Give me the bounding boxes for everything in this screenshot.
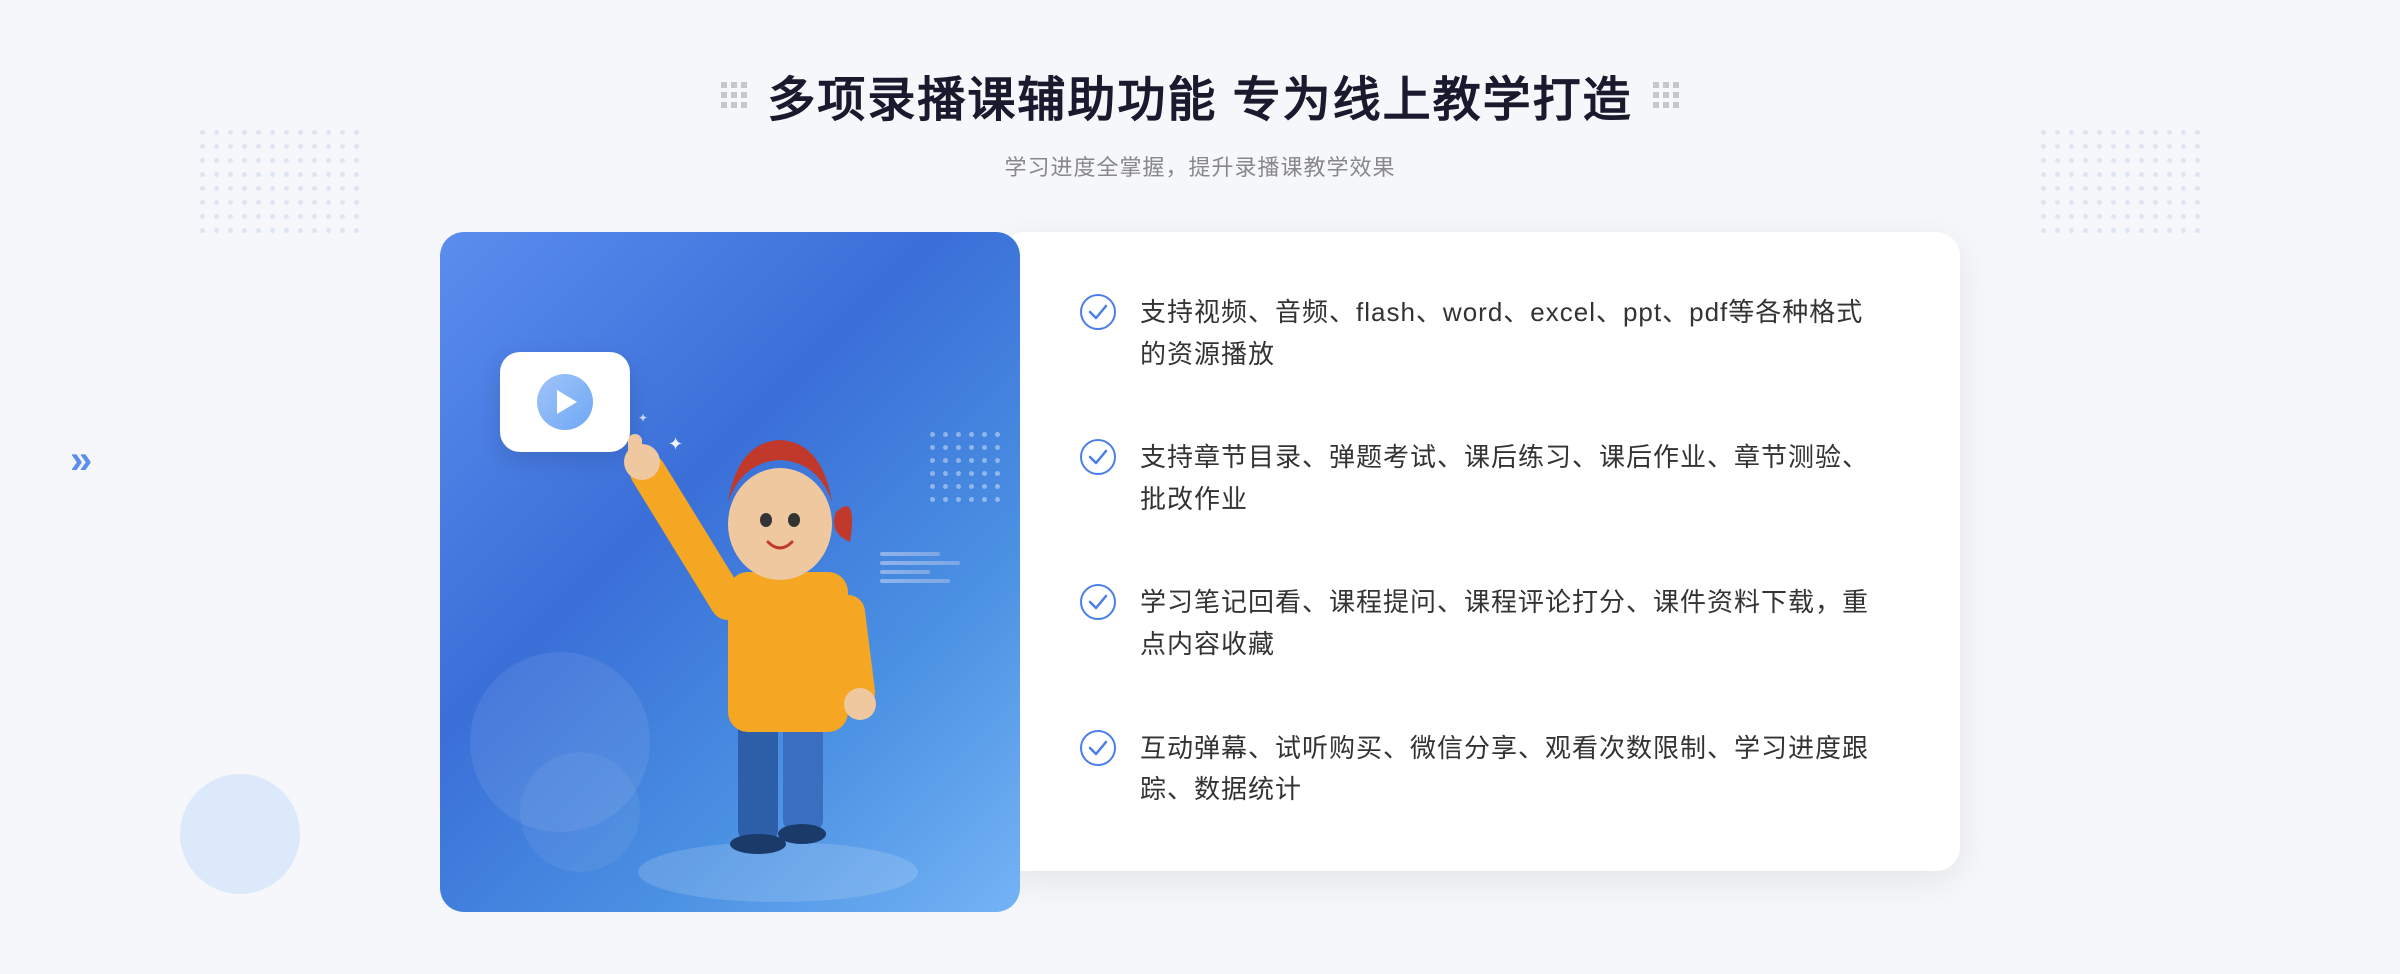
page-subtitle: 学习进度全掌握，提升录播课教学效果 <box>0 150 2400 182</box>
grid-icon-left <box>721 82 747 108</box>
grid-icon-right <box>1653 82 1679 108</box>
header-section: 多项录播课辅助功能 专为线上教学打造 学习进度全掌握，提升录播课教学效果 <box>0 0 2400 182</box>
play-button-icon <box>537 374 593 430</box>
svg-text:✦: ✦ <box>638 411 648 425</box>
illustration-card: ✦ ✦ <box>440 232 1020 912</box>
page-title: 多项录播课辅助功能 专为线上教学打造 <box>767 60 1632 130</box>
person-illustration: ✦ ✦ <box>618 352 938 912</box>
feature-item-3: 学习笔记回看、课程提问、课程评论打分、课件资料下载，重点内容收藏 <box>1080 582 1880 665</box>
content-area: ✦ ✦ 支持视频、音频、flash、word、excel、ppt、pdf等各种格… <box>0 232 2400 912</box>
feature-text-3: 学习笔记回看、课程提问、课程评论打分、课件资料下载，重点内容收藏 <box>1140 582 1880 665</box>
feature-text-2: 支持章节目录、弹题考试、课后练习、课后作业、章节测验、批改作业 <box>1140 437 1880 520</box>
feature-item-1: 支持视频、音频、flash、word、excel、ppt、pdf等各种格式的资源… <box>1080 292 1880 375</box>
svg-text:✦: ✦ <box>668 434 683 454</box>
title-wrapper: 多项录播课辅助功能 专为线上教学打造 <box>0 60 2400 130</box>
feature-text-4: 互动弹幕、试听购买、微信分享、观看次数限制、学习进度跟踪、数据统计 <box>1140 728 1880 811</box>
play-bubble <box>500 352 630 452</box>
feature-text-1: 支持视频、音频、flash、word、excel、ppt、pdf等各种格式的资源… <box>1140 292 1880 375</box>
feature-item-2: 支持章节目录、弹题考试、课后练习、课后作业、章节测验、批改作业 <box>1080 437 1880 520</box>
features-panel: 支持视频、音频、flash、word、excel、ppt、pdf等各种格式的资源… <box>1000 232 1960 871</box>
check-icon-3 <box>1080 584 1116 620</box>
check-icon-2 <box>1080 439 1116 475</box>
feature-item-4: 互动弹幕、试听购买、微信分享、观看次数限制、学习进度跟踪、数据统计 <box>1080 728 1880 811</box>
check-icon-1 <box>1080 294 1116 330</box>
check-icon-4 <box>1080 730 1116 766</box>
card-dots <box>930 432 1000 502</box>
